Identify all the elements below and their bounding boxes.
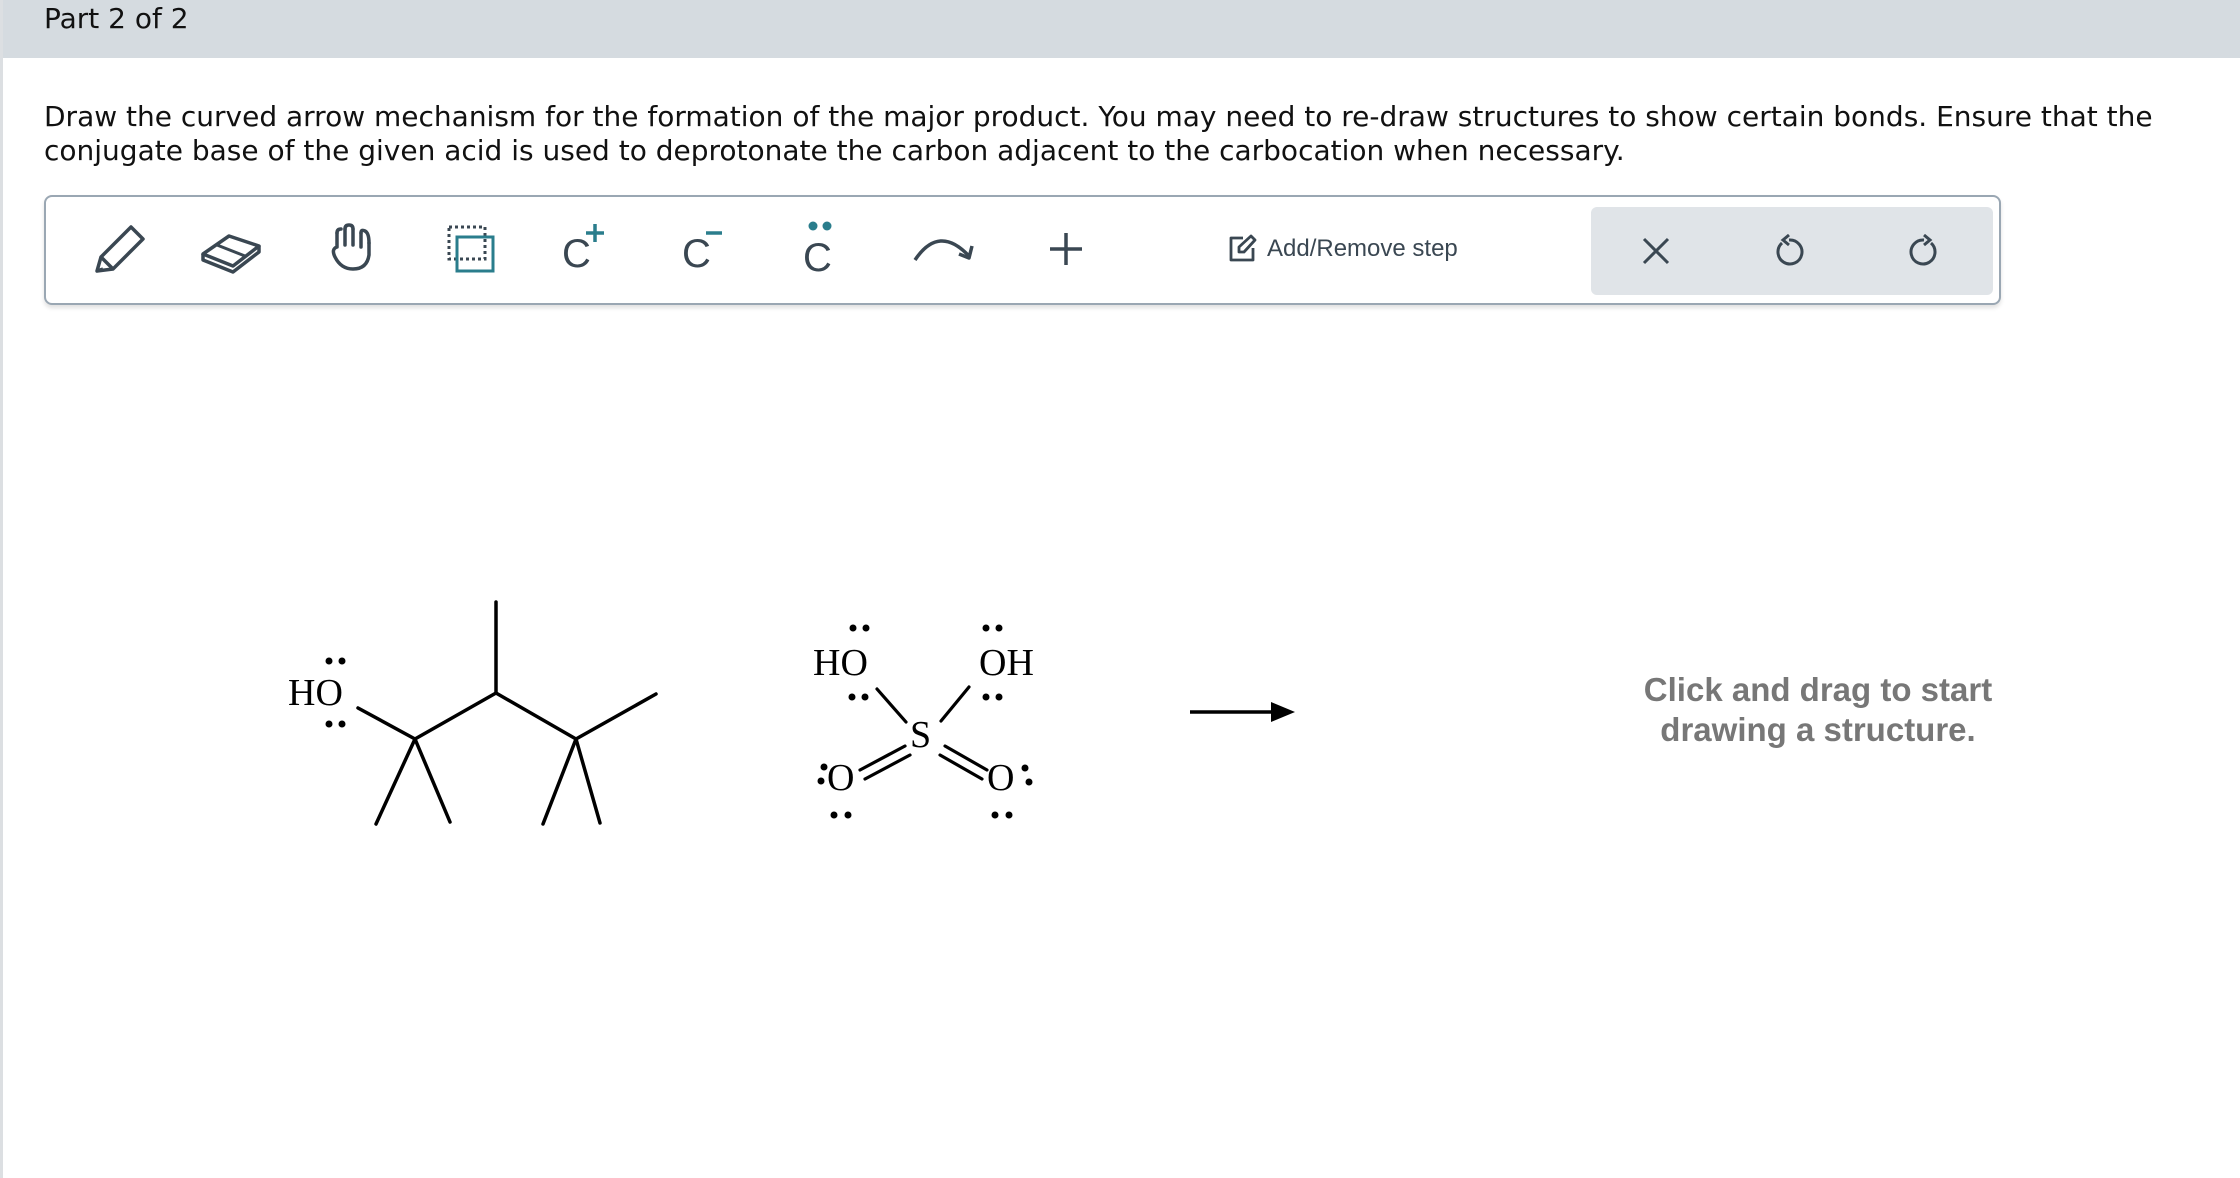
reactant-alcohol [356, 600, 658, 826]
instructions-text: Draw the curved arrow mechanism for the … [44, 100, 2153, 167]
reagent-oxygen-left: O [827, 757, 854, 799]
action-group [1591, 207, 1993, 295]
drawing-canvas[interactable]: HO HO OH S O O Click and drag to start d… [3, 320, 2240, 1178]
close-icon [1642, 237, 1670, 265]
hydroxyl-label: HO [288, 672, 343, 714]
reagent-sulfur-label: S [910, 714, 931, 756]
positive-charge-tool-button[interactable]: C [551, 199, 621, 299]
reagent-sulfuric-acid: HO OH S O O [813, 624, 1034, 819]
select-box-icon [447, 225, 495, 273]
lone-pair-icon: C [803, 221, 832, 280]
carbocation-glyph: C [562, 232, 591, 276]
carbanion-icon: C [682, 231, 722, 276]
carbanion-glyph: C [682, 232, 711, 276]
lone-pair-glyph: C [803, 236, 832, 280]
reagent-oxygen-right: O [987, 757, 1014, 799]
redo-icon [1909, 234, 1937, 266]
hint-line-1: Click and drag to start [1643, 671, 1993, 708]
curved-arrow-icon [913, 239, 974, 261]
add-remove-step-label: Add/Remove step [1267, 235, 1458, 262]
undo-button[interactable] [1744, 207, 1834, 295]
reactant-hydroxyl: HO [288, 657, 346, 728]
carbocation-icon: C [562, 224, 604, 276]
redo-button[interactable] [1879, 207, 1969, 295]
undo-icon [1776, 234, 1804, 266]
pencil-icon [95, 225, 145, 273]
add-tool-button[interactable] [1031, 199, 1101, 299]
hint-line-2: drawing a structure. [1660, 711, 1976, 748]
move-tool-button[interactable] [316, 199, 386, 299]
lone-pair-tool-button[interactable]: C [786, 199, 856, 299]
plus-icon [1050, 233, 1082, 265]
curved-arrow-tool-button[interactable] [904, 199, 984, 299]
eraser-icon [201, 234, 261, 274]
eraser-tool-button[interactable] [196, 199, 266, 299]
select-tool-button[interactable] [436, 199, 506, 299]
edit-icon [1229, 234, 1257, 262]
empty-canvas-hint: Click and drag to start drawing a struct… [1563, 670, 2073, 750]
reagent-ho-label: HO [813, 642, 868, 684]
part-label: Part 2 of 2 [44, 2, 189, 35]
reagent-oh-label: OH [979, 642, 1034, 684]
drawing-toolbar: C C C Add/Remove step [44, 195, 2001, 305]
hand-icon [331, 223, 371, 271]
add-remove-step-button[interactable]: Add/Remove step [1227, 227, 1458, 271]
negative-charge-tool-button[interactable]: C [671, 199, 741, 299]
part-header: Part 2 of 2 [3, 0, 2240, 58]
reaction-arrow [1190, 702, 1295, 722]
pencil-tool-button[interactable] [84, 199, 154, 299]
clear-button[interactable] [1611, 207, 1701, 295]
